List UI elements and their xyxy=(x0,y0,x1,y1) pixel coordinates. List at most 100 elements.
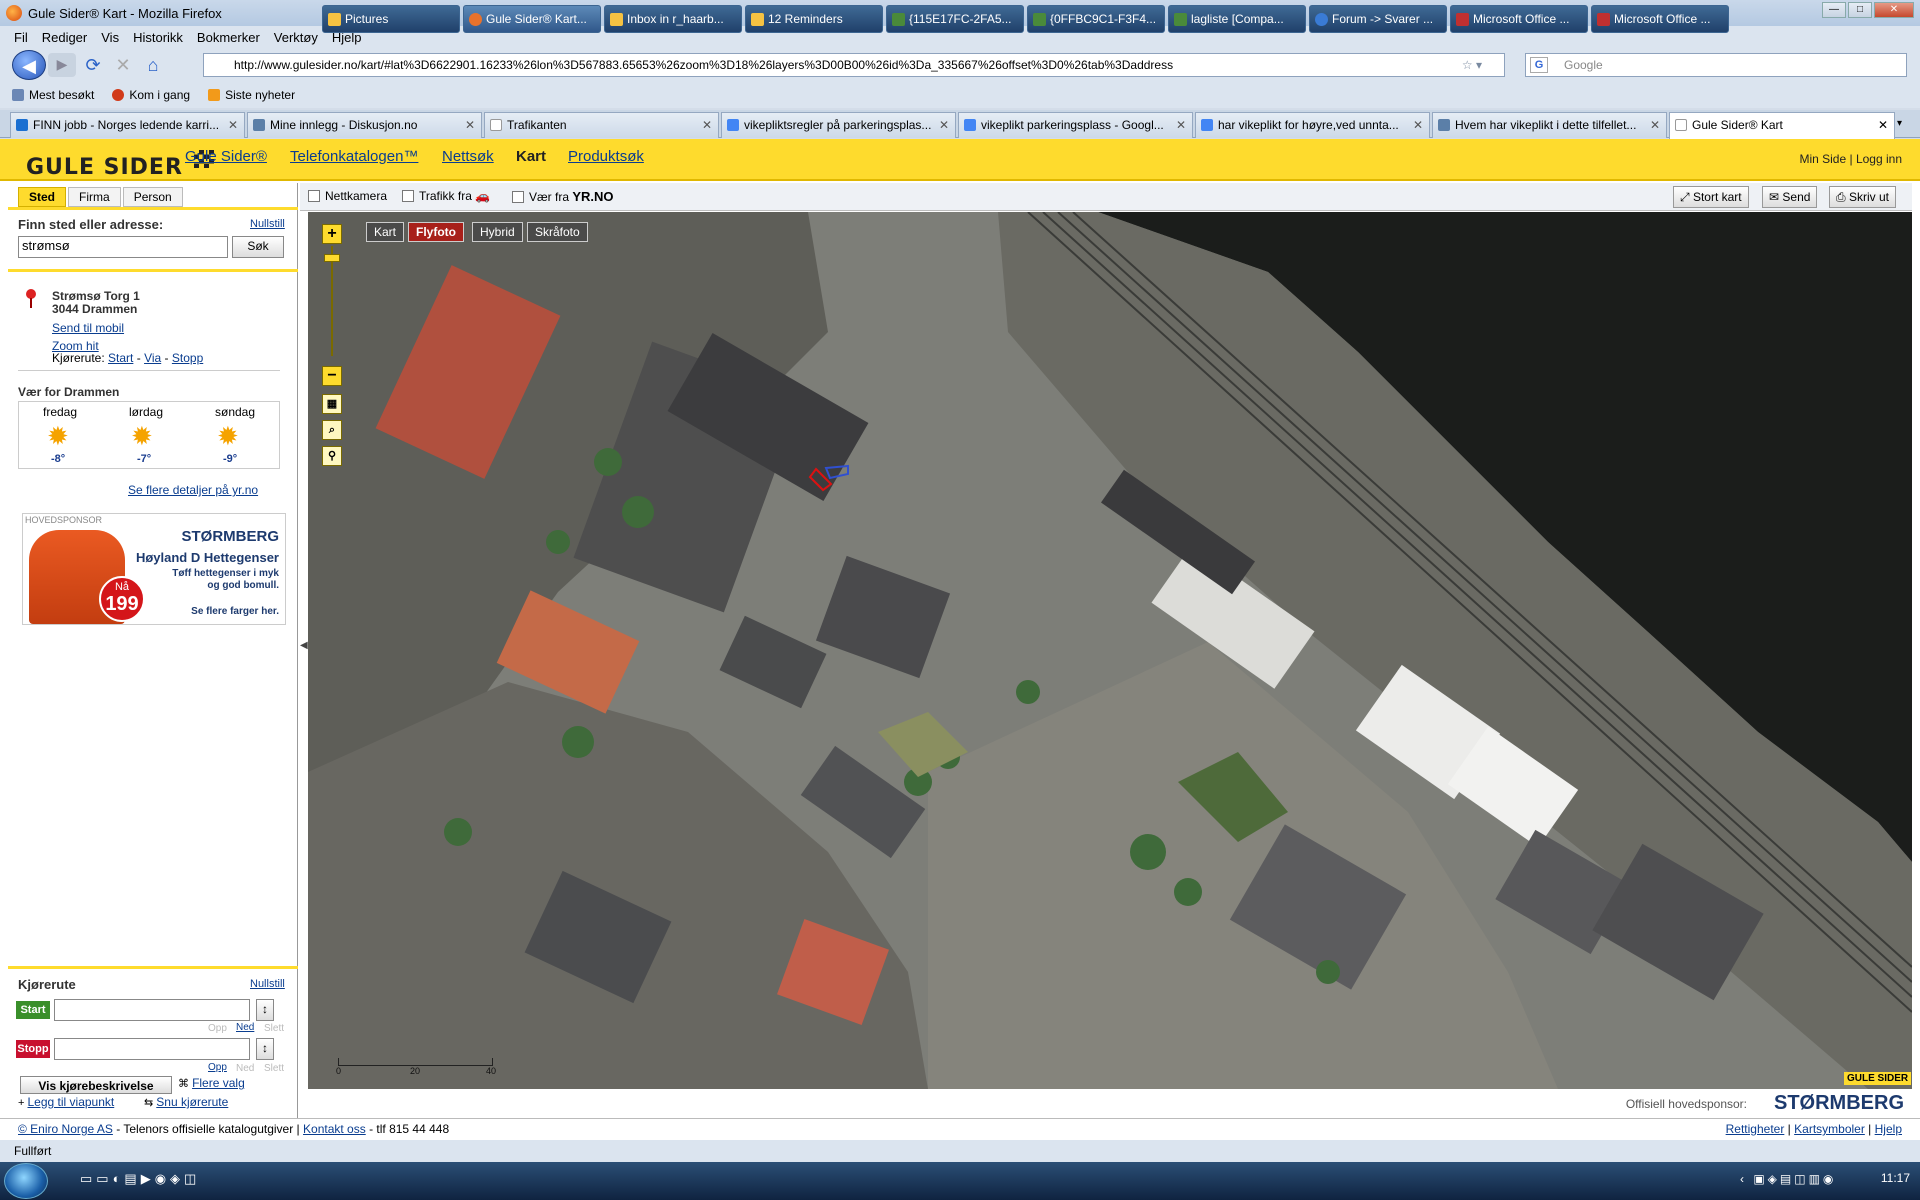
checkbox[interactable] xyxy=(308,190,320,202)
maptype-kart-button[interactable]: Kart xyxy=(366,222,405,242)
collapse-panel-icon[interactable]: ◀ xyxy=(300,640,308,651)
maximize-button[interactable]: □ xyxy=(1848,2,1872,18)
tab-vikeplikt-hoyre[interactable]: har vikeplikt for høyre,ved unnta... ✕ xyxy=(1195,112,1430,138)
quick-launch-icons[interactable]: ▭▭◐▤▶◉◈◫ xyxy=(80,1171,200,1187)
search-input[interactable]: G Google xyxy=(1525,53,1907,77)
close-tab-icon[interactable]: ✕ xyxy=(228,113,238,137)
kjorerute-via-link[interactable]: Via xyxy=(144,351,161,365)
nav-kart[interactable]: Kart xyxy=(516,148,546,165)
nav-produktsok[interactable]: Produktsøk xyxy=(568,148,644,165)
bookmark-mest-besokt[interactable]: Mest besøkt xyxy=(12,88,94,102)
taskbar-firefox[interactable]: Gule Sider® Kart... xyxy=(463,5,601,33)
tray-icons[interactable]: ‹ ▣◈▤◫▥◉ xyxy=(1740,1172,1836,1186)
reload-icon[interactable]: ⟳ xyxy=(80,52,106,78)
map-layer-icon[interactable]: ▦ xyxy=(322,394,342,414)
minimize-button[interactable]: — xyxy=(1822,2,1846,18)
taskbar-window-1[interactable]: {115E17FC-2FA5... xyxy=(886,5,1024,33)
sponsor-bar-brand[interactable]: STØRMBERG xyxy=(1774,1092,1904,1115)
route-start-ned-link[interactable]: Ned xyxy=(236,1022,254,1033)
forward-button[interactable]: ▶ xyxy=(48,53,76,77)
clock[interactable]: 11:17 xyxy=(1881,1171,1910,1185)
route-stopp-swap-button[interactable]: ↕ xyxy=(256,1038,274,1060)
google-icon[interactable]: G xyxy=(1530,57,1548,73)
taskbar-window-2[interactable]: {0FFBC9C1-F3F4... xyxy=(1027,5,1165,33)
menu-fil[interactable]: Fil xyxy=(14,30,28,45)
route-stopp-opp-link[interactable]: Opp xyxy=(208,1062,227,1073)
send-button[interactable]: ✉ Send xyxy=(1762,186,1818,208)
eniro-link[interactable]: © Eniro Norge AS xyxy=(18,1122,113,1136)
logg-inn-link[interactable]: Logg inn xyxy=(1856,152,1902,166)
bookmark-star-icon[interactable]: ☆ ▾ xyxy=(1462,54,1482,76)
nav-nettsok[interactable]: Nettsøk xyxy=(442,148,494,165)
tab-sted[interactable]: Sted xyxy=(18,187,67,207)
checkbox[interactable] xyxy=(512,191,524,203)
taskbar-inbox[interactable]: Inbox in r_haarb... xyxy=(604,5,742,33)
tab-finn[interactable]: FINN jobb - Norges ledende karri... ✕ xyxy=(10,112,245,138)
kontakt-oss-link[interactable]: Kontakt oss xyxy=(303,1122,366,1136)
nav-telefonkatalogen[interactable]: Telefonkatalogen™ xyxy=(290,148,418,165)
stort-kart-button[interactable]: ⤢ Stort kart xyxy=(1673,186,1749,208)
zoom-slider-track[interactable] xyxy=(331,246,333,356)
tab-firma[interactable]: Firma xyxy=(68,187,121,207)
bookmark-kom-i-gang[interactable]: Kom i gang xyxy=(112,88,190,102)
route-nullstill-link[interactable]: Nullstill xyxy=(250,978,285,990)
send-til-mobil-link[interactable]: Send til mobil xyxy=(52,321,124,335)
bookmark-siste-nyheter[interactable]: Siste nyheter xyxy=(208,88,295,102)
vis-kjorebeskrivelse-button[interactable]: Vis kjørebeskrivelse xyxy=(20,1076,172,1094)
sok-button[interactable]: Søk xyxy=(232,236,284,258)
zoom-box-icon[interactable]: ⌕ xyxy=(322,420,342,440)
taskbar-office-2[interactable]: Microsoft Office ... xyxy=(1591,5,1729,33)
home-icon[interactable]: ⌂ xyxy=(140,52,166,78)
yr-details-link[interactable]: Se flere detaljer på yr.no xyxy=(128,483,258,497)
tab-person[interactable]: Person xyxy=(122,187,183,207)
zoom-slider-handle[interactable] xyxy=(324,254,340,262)
kartsymboler-link[interactable]: Kartsymboler xyxy=(1794,1122,1865,1136)
nullstill-search-link[interactable]: Nullstill xyxy=(250,218,285,230)
aerial-photo[interactable] xyxy=(308,212,1912,1089)
route-start-swap-button[interactable]: ↕ xyxy=(256,999,274,1021)
kjorerute-stopp-link[interactable]: Stopp xyxy=(172,351,203,365)
taskbar-lagliste[interactable]: lagliste [Compa... xyxy=(1168,5,1306,33)
hjelp-link[interactable]: Hjelp xyxy=(1875,1122,1902,1136)
close-tab-icon[interactable]: ✕ xyxy=(939,113,949,137)
close-tab-icon[interactable]: ✕ xyxy=(1878,113,1888,137)
taskbar-reminders[interactable]: 12 Reminders xyxy=(745,5,883,33)
tab-vikepliktsregler[interactable]: vikepliktsregler på parkeringsplas... ✕ xyxy=(721,112,956,138)
maptype-hybrid-button[interactable]: Hybrid xyxy=(472,222,523,242)
maptype-skrafoto-button[interactable]: Skråfoto xyxy=(527,222,588,242)
close-tab-icon[interactable]: ✕ xyxy=(1176,113,1186,137)
nettkamera-toggle[interactable]: Nettkamera xyxy=(308,189,387,203)
taskbar-office-1[interactable]: Microsoft Office ... xyxy=(1450,5,1588,33)
aerial-map[interactable] xyxy=(308,212,1912,1089)
menu-verktoy[interactable]: Verktøy xyxy=(274,30,318,45)
tab-hvem-vikeplikt[interactable]: Hvem har vikeplikt i dette tilfellet... ✕ xyxy=(1432,112,1667,138)
tab-diskusjon[interactable]: Mine innlegg - Diskusjon.no ✕ xyxy=(247,112,482,138)
map-pin-icon[interactable]: ⚲ xyxy=(322,446,342,466)
flere-valg[interactable]: ⌘ Flere valg xyxy=(178,1076,245,1090)
menu-bokmerker[interactable]: Bokmerker xyxy=(197,30,260,45)
close-tab-icon[interactable]: ✕ xyxy=(465,113,475,137)
menu-historikk[interactable]: Historikk xyxy=(133,30,183,45)
close-tab-icon[interactable]: ✕ xyxy=(702,113,712,137)
start-button[interactable] xyxy=(4,1163,48,1199)
min-side-link[interactable]: Min Side xyxy=(1799,152,1846,166)
snu-kjorerute[interactable]: ⇆ Snu kjørerute xyxy=(144,1095,228,1109)
nav-gulesider[interactable]: Gule Sider® xyxy=(185,148,267,165)
menu-vis[interactable]: Vis xyxy=(101,30,119,45)
place-search-input[interactable]: strømsø xyxy=(18,236,228,258)
close-tab-icon[interactable]: ✕ xyxy=(1413,113,1423,137)
url-bar[interactable]: http://www.gulesider.no/kart/#lat%3D6622… xyxy=(203,53,1505,77)
zoom-out-button[interactable]: − xyxy=(322,366,342,386)
stop-icon[interactable]: ✕ xyxy=(110,52,136,78)
close-tab-icon[interactable]: ✕ xyxy=(1650,113,1660,137)
menu-rediger[interactable]: Rediger xyxy=(42,30,88,45)
skriv-ut-button[interactable]: ⎙ Skriv ut xyxy=(1829,186,1896,208)
route-stopp-input[interactable] xyxy=(54,1038,250,1060)
route-start-input[interactable] xyxy=(54,999,250,1021)
tab-trafikanten[interactable]: Trafikanten ✕ xyxy=(484,112,719,138)
tab-list-icon[interactable]: ▾ xyxy=(1897,118,1902,129)
close-window-button[interactable]: ✕ xyxy=(1874,2,1914,18)
taskbar-pictures[interactable]: Pictures xyxy=(322,5,460,33)
vaer-toggle[interactable]: Vær fra YR.NO xyxy=(512,189,614,204)
kjorerute-start-link[interactable]: Start xyxy=(108,351,133,365)
